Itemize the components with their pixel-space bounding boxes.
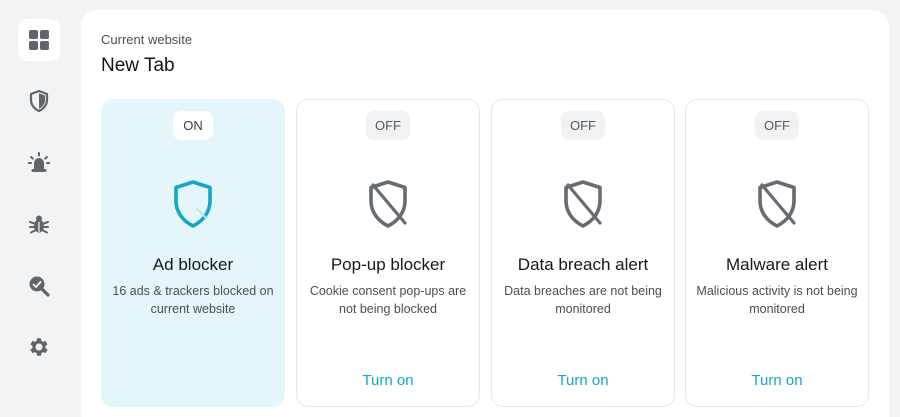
card-ad-blocker[interactable]: ON Ad blocker 16 ads & trackers blocked …: [101, 99, 285, 407]
malware-desc: Malicious activity is not being monitore…: [696, 284, 858, 316]
bug-icon: [29, 215, 49, 234]
card-malware-alert[interactable]: OFF Malware alert Malicious activity is …: [685, 99, 869, 407]
data-breach-turn-on-link[interactable]: Turn on: [492, 372, 674, 389]
sidebar-item-dashboard[interactable]: [18, 19, 60, 61]
shield-off-icon: [369, 180, 407, 228]
malware-turn-on-link[interactable]: Turn on: [686, 372, 868, 389]
dashboard-icon: [29, 30, 49, 50]
alarm-icon: [27, 152, 51, 172]
gear-icon: [30, 338, 48, 356]
malware-toggle[interactable]: OFF: [755, 111, 799, 140]
card-data-breach-alert[interactable]: OFF Data breach alert Data breaches are …: [491, 99, 675, 407]
data-breach-desc: Data breaches are not being monitored: [504, 284, 662, 316]
shield-off-icon: [564, 180, 602, 228]
popup-blocker-title: Pop-up blocker: [330, 255, 446, 274]
current-website-name: New Tab: [101, 55, 175, 76]
sidebar-item-breach-scan[interactable]: [18, 265, 60, 307]
ad-blocker-desc: 16 ads & trackers blocked on current web…: [112, 284, 274, 316]
card-popup-blocker[interactable]: OFF Pop-up blocker Cookie consent pop-up…: [296, 99, 480, 407]
shield-active-icon: [174, 180, 212, 228]
malware-title: Malware alert: [725, 255, 829, 274]
sidebar-item-settings[interactable]: [18, 326, 60, 368]
search-scan-icon: [29, 276, 50, 297]
sidebar-item-protection[interactable]: [18, 80, 60, 122]
popup-blocker-desc: Cookie consent pop-ups are not being blo…: [309, 284, 467, 316]
sidebar-item-alerts[interactable]: [18, 142, 60, 184]
popup-blocker-turn-on-link[interactable]: Turn on: [297, 372, 479, 389]
shield-off-icon: [758, 180, 796, 228]
sidebar: [0, 0, 80, 417]
current-website-label: Current website: [101, 32, 193, 47]
sidebar-item-malware[interactable]: [18, 203, 60, 245]
ad-blocker-title: Ad blocker: [152, 255, 234, 274]
main-panel: Current website New Tab ON Ad blocker 16…: [81, 10, 889, 417]
ad-blocker-toggle[interactable]: ON: [173, 111, 213, 140]
data-breach-toggle[interactable]: OFF: [561, 111, 605, 140]
shield-icon: [29, 89, 49, 113]
popup-blocker-toggle[interactable]: OFF: [366, 111, 410, 140]
data-breach-title: Data breach alert: [517, 255, 649, 274]
